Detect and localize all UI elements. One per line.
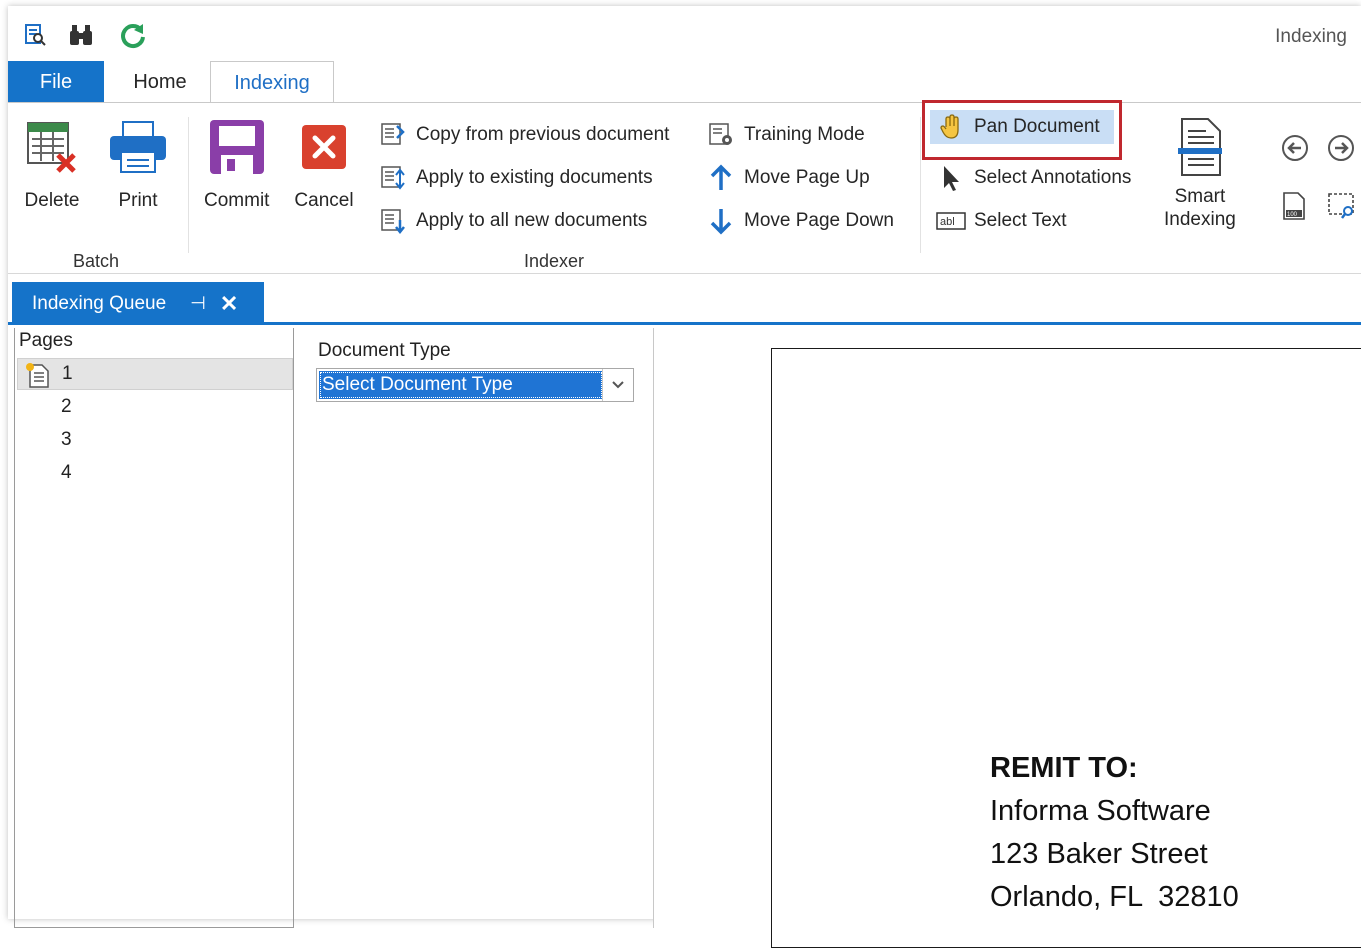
- svg-text:abl: abl: [940, 216, 955, 228]
- smart-indexing-label-line1: Smart: [1174, 186, 1226, 207]
- apply-existing-button[interactable]: Apply to existing documents: [378, 161, 653, 195]
- page-list-item[interactable]: 2: [17, 391, 293, 423]
- window-title: Indexing: [1275, 26, 1347, 47]
- remit-heading: REMIT TO:: [990, 752, 1138, 784]
- tab-file[interactable]: File: [8, 61, 104, 103]
- document-viewer[interactable]: REMIT TO: Informa Software 123 Baker Str…: [654, 328, 1361, 948]
- arrow-down-icon: [706, 206, 736, 236]
- document-type-label: Document Type: [318, 340, 451, 361]
- delete-icon: [20, 115, 84, 179]
- application-window: Indexing File Home Indexing Delete Print…: [8, 6, 1361, 948]
- ribbon: Delete Print Batch Commit Cancel Copy fr…: [8, 100, 1361, 274]
- training-mode-label: Training Mode: [744, 124, 865, 145]
- remit-line-city: Orlando, FL 32810: [990, 881, 1239, 913]
- page-number: 3: [61, 429, 72, 450]
- arrow-up-icon: [706, 163, 736, 193]
- zoom-selection-icon[interactable]: [1326, 191, 1356, 226]
- copy-previous-button[interactable]: Copy from previous document: [378, 118, 669, 152]
- move-page-down-label: Move Page Down: [744, 210, 894, 231]
- tab-indexing-queue[interactable]: Indexing Queue ⊣ ✕: [12, 282, 264, 325]
- previous-arrow-icon[interactable]: [1280, 133, 1310, 168]
- new-page-icon: [24, 361, 50, 395]
- close-icon[interactable]: ✕: [220, 291, 238, 317]
- apply-existing-label: Apply to existing documents: [416, 167, 653, 188]
- commit-button[interactable]: Commit: [204, 115, 269, 212]
- pan-document-label: Pan Document: [974, 116, 1100, 137]
- page-list-item[interactable]: 4: [17, 457, 293, 489]
- pages-header: Pages: [19, 330, 73, 351]
- delete-button[interactable]: Delete: [20, 115, 84, 212]
- apply-new-label: Apply to all new documents: [416, 210, 648, 231]
- zoom-100-icon[interactable]: 100: [1280, 191, 1308, 226]
- remit-address: REMIT TO: Informa Software 123 Baker Str…: [990, 747, 1239, 919]
- document-tab-bar: Indexing Queue ⊣ ✕: [8, 274, 1361, 325]
- select-text-label: Select Text: [974, 210, 1067, 231]
- smart-indexing-label-line2: Indexing: [1164, 209, 1236, 230]
- print-label: Print: [118, 190, 158, 211]
- document-type-select[interactable]: Select Document Type: [316, 368, 634, 402]
- apply-existing-icon: [378, 163, 408, 193]
- indexer-group-label: Indexer: [523, 251, 585, 271]
- remit-line-street: 123 Baker Street: [990, 838, 1208, 870]
- commit-label: Commit: [204, 190, 270, 211]
- page-number: 2: [61, 396, 72, 417]
- select-annotations-label: Select Annotations: [974, 167, 1132, 188]
- binoculars-icon[interactable]: [66, 20, 96, 50]
- delete-label: Delete: [24, 190, 80, 211]
- cancel-icon: [292, 115, 356, 179]
- move-page-down-button[interactable]: Move Page Down: [706, 204, 894, 238]
- cancel-label: Cancel: [294, 190, 354, 211]
- smart-indexing-label: Smart Indexing: [1164, 185, 1236, 231]
- save-icon: [205, 115, 269, 179]
- print-button[interactable]: Print: [106, 115, 170, 212]
- apply-new-icon: [378, 206, 408, 236]
- group-separator: [188, 117, 189, 253]
- tab-home[interactable]: Home: [114, 61, 206, 103]
- index-fields-panel: Document Type Select Document Type: [294, 328, 654, 928]
- smart-indexing-button[interactable]: Smart Indexing: [1164, 115, 1236, 231]
- select-text-button[interactable]: abl Select Text: [936, 204, 1067, 238]
- page-number: 1: [62, 363, 73, 384]
- apply-new-button[interactable]: Apply to all new documents: [378, 204, 647, 238]
- page-list-item[interactable]: 3: [17, 424, 293, 456]
- training-mode-icon: [706, 120, 736, 150]
- page-number: 4: [61, 462, 72, 483]
- text-select-icon: abl: [936, 206, 966, 236]
- document-page: REMIT TO: Informa Software 123 Baker Str…: [771, 348, 1361, 948]
- pin-icon[interactable]: ⊣: [190, 293, 206, 314]
- document-search-icon[interactable]: [20, 20, 50, 50]
- move-page-up-label: Move Page Up: [744, 167, 870, 188]
- pan-document-button[interactable]: Pan Document: [930, 110, 1114, 144]
- move-page-up-button[interactable]: Move Page Up: [706, 161, 870, 195]
- indexing-queue-label: Indexing Queue: [32, 292, 167, 314]
- next-arrow-icon[interactable]: [1326, 133, 1356, 168]
- page-list-item[interactable]: 1: [17, 358, 293, 390]
- training-mode-button[interactable]: Training Mode: [706, 118, 865, 152]
- batch-group-label: Batch: [72, 251, 120, 271]
- refresh-icon[interactable]: [118, 20, 148, 50]
- chevron-down-icon[interactable]: [602, 369, 633, 401]
- copy-document-icon: [378, 120, 408, 150]
- cancel-button[interactable]: Cancel: [292, 115, 356, 212]
- printer-icon: [106, 115, 170, 179]
- svg-text:100: 100: [1287, 212, 1298, 218]
- group-separator: [920, 117, 921, 253]
- copy-previous-label: Copy from previous document: [416, 124, 670, 145]
- smart-indexing-icon: [1168, 115, 1232, 179]
- remit-line-company: Informa Software: [990, 795, 1211, 827]
- document-type-value: Select Document Type: [319, 371, 603, 399]
- select-annotations-button[interactable]: Select Annotations: [936, 161, 1131, 195]
- cursor-arrow-icon: [936, 163, 966, 193]
- hand-icon: [936, 112, 966, 142]
- tab-indexing[interactable]: Indexing: [210, 61, 334, 104]
- pages-panel: Pages 1 2 3 4: [14, 328, 294, 928]
